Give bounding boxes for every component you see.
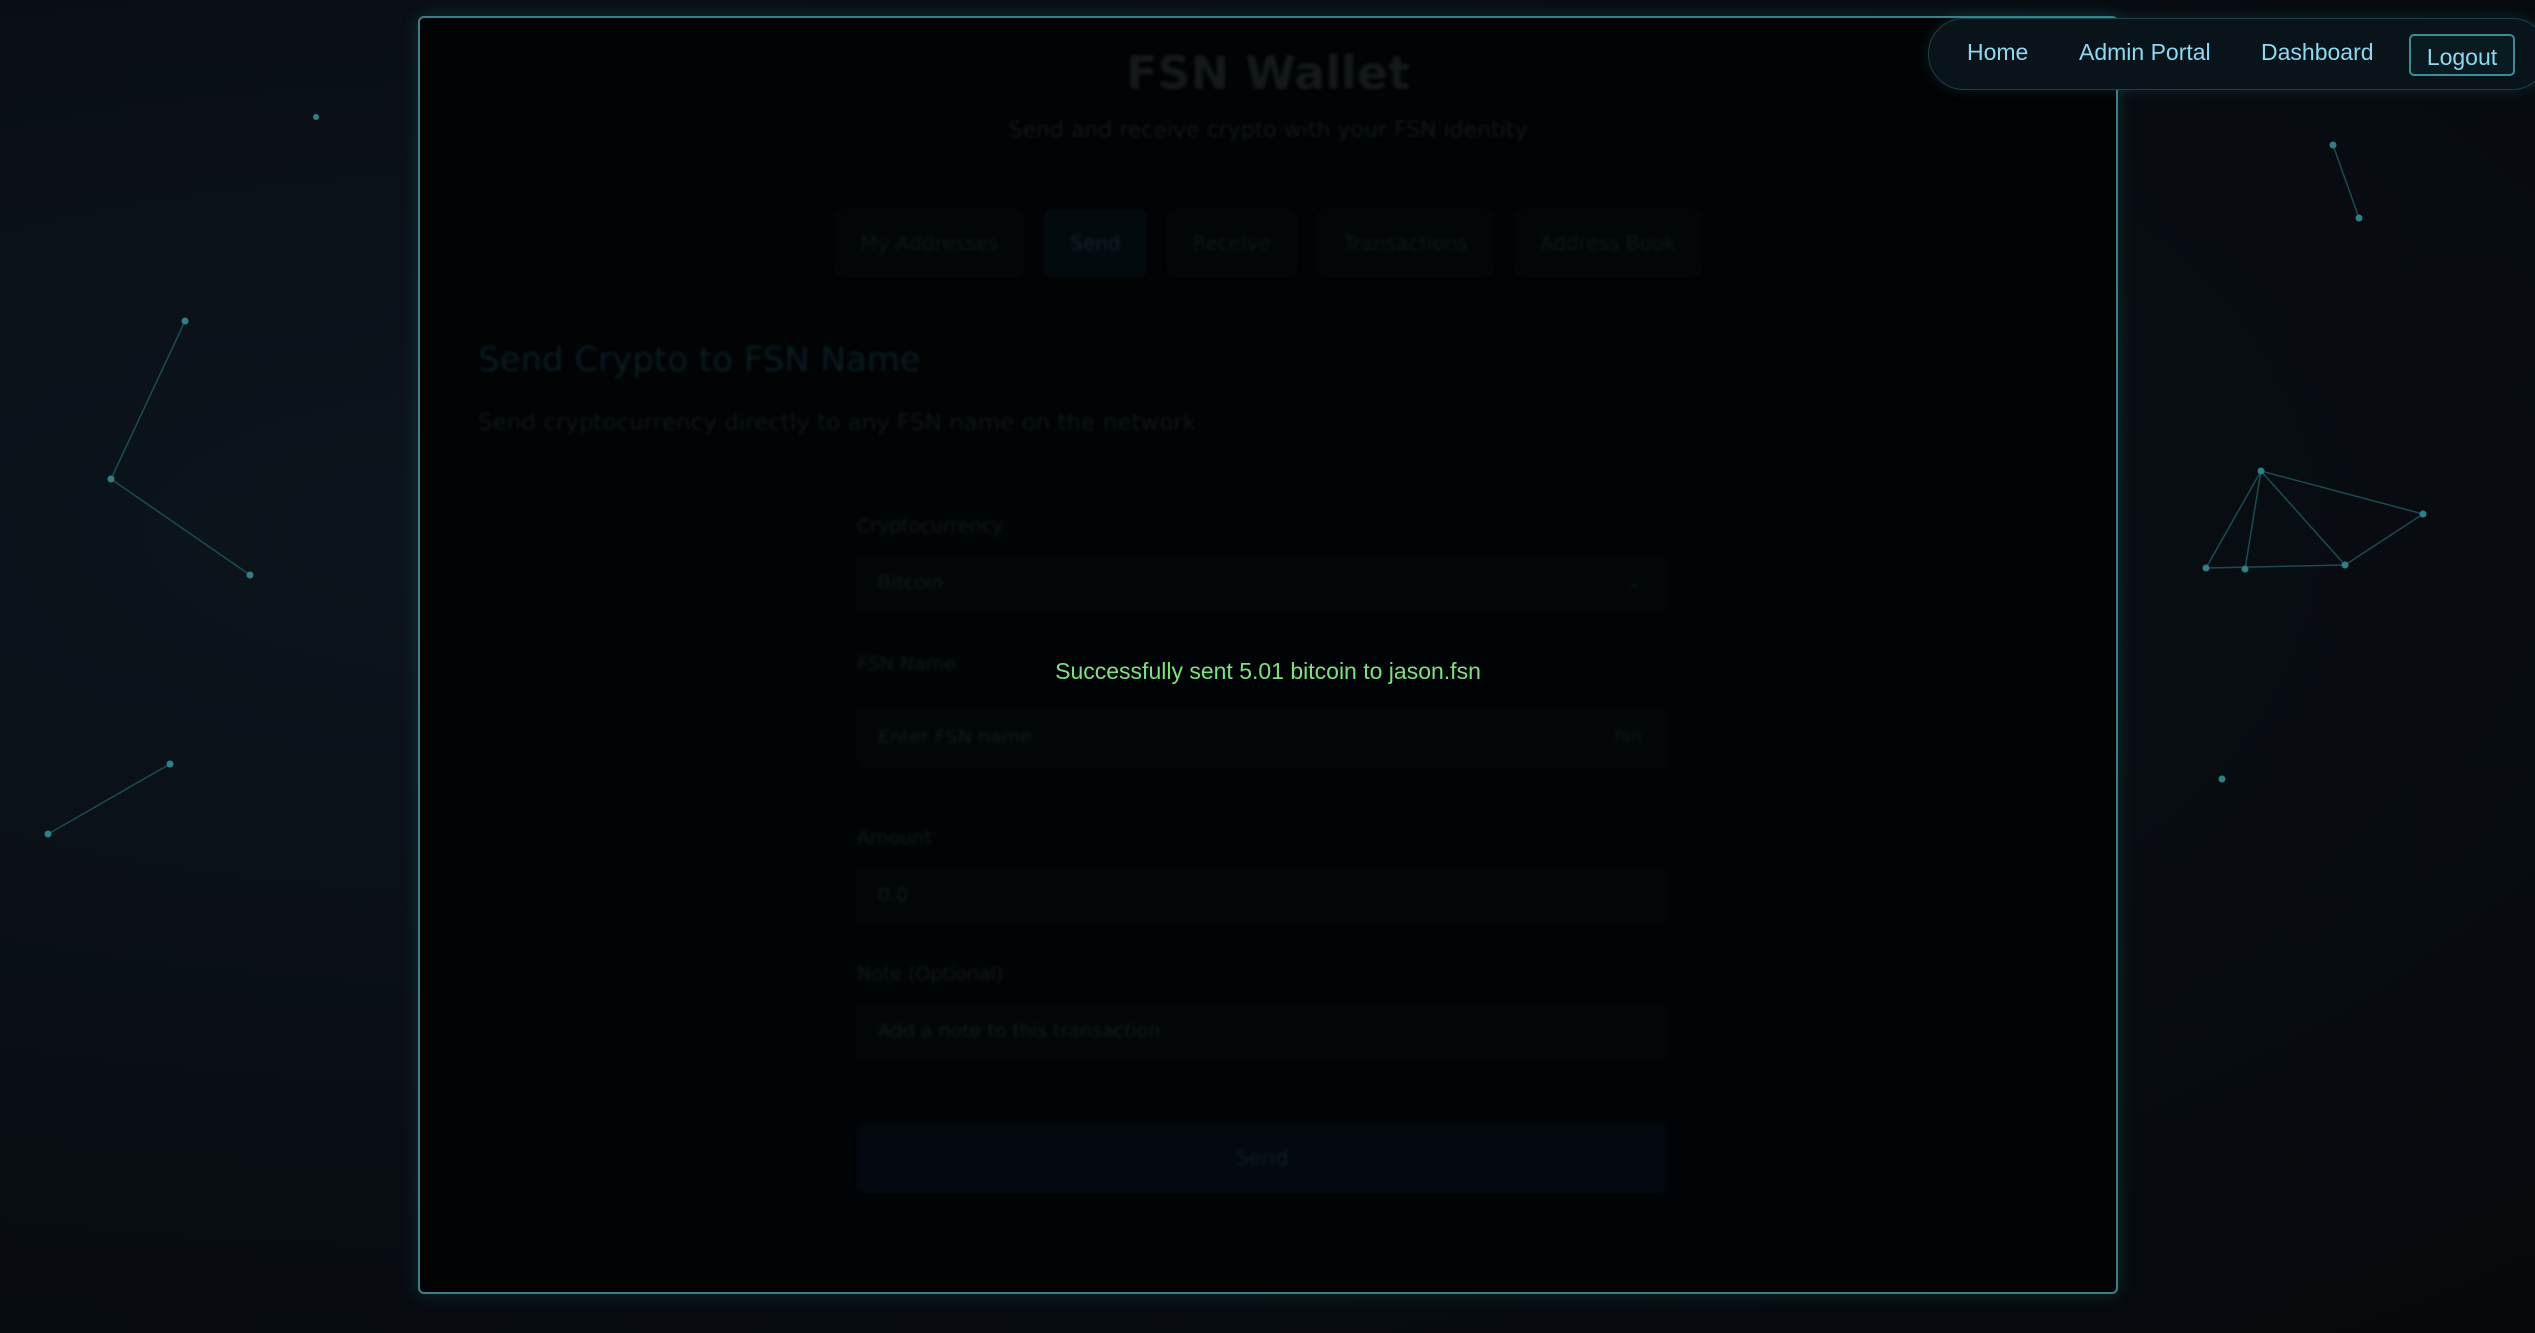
tab-receive[interactable]: Receive <box>1165 208 1298 278</box>
wallet-tabs: My Addresses Send Receive Transactions A… <box>420 208 2116 278</box>
tab-my-addresses[interactable]: My Addresses <box>833 208 1026 278</box>
note-input[interactable]: Add a note to this transaction <box>857 1003 1667 1061</box>
page-title: FSN Wallet <box>1126 46 1410 100</box>
nav-admin-portal-link[interactable]: Admin Portal <box>2079 39 2211 66</box>
currency-value: Bitcoin <box>878 572 944 594</box>
chevron-down-icon: ⌄ <box>1626 572 1642 593</box>
section-description: Send cryptocurrency directly to any FSN … <box>478 410 1197 436</box>
recipient-input[interactable]: Enter FSN name .fsn <box>857 709 1667 767</box>
page-subtitle: Send and receive crypto with your FSN id… <box>1008 118 1528 143</box>
fsn-suffix: .fsn <box>1609 726 1642 747</box>
tab-send[interactable]: Send <box>1043 208 1148 278</box>
send-button[interactable]: Send <box>857 1123 1667 1193</box>
wallet-panel: FSN Wallet Send and receive crypto with … <box>418 16 2118 1294</box>
send-form: Cryptocurrency Bitcoin ⌄ FSN Name Enter … <box>820 480 1702 1232</box>
currency-label: Cryptocurrency <box>857 515 1004 537</box>
tab-transactions[interactable]: Transactions <box>1315 208 1495 278</box>
top-navigation: Home Admin Portal Dashboard Logout <box>1928 18 2535 90</box>
currency-select[interactable]: Bitcoin ⌄ <box>857 555 1667 613</box>
logout-button[interactable]: Logout <box>2409 34 2515 76</box>
app-page: FSN Wallet Send and receive crypto with … <box>0 0 2535 1333</box>
recipient-placeholder: Enter FSN name <box>878 726 1032 748</box>
nav-dashboard-link[interactable]: Dashboard <box>2261 39 2374 66</box>
nav-home-link[interactable]: Home <box>1967 39 2028 66</box>
section-title: Send Crypto to FSN Name <box>478 340 921 380</box>
tab-address-book[interactable]: Address Book <box>1512 208 1703 278</box>
amount-input[interactable]: 0.0 <box>857 867 1667 925</box>
amount-placeholder: 0.0 <box>878 884 909 906</box>
note-label: Note (Optional) <box>857 963 1004 985</box>
note-placeholder: Add a note to this transaction <box>878 1020 1161 1042</box>
amount-label: Amount <box>857 827 932 849</box>
success-message: Successfully sent 5.01 bitcoin to jason.… <box>1055 658 1481 684</box>
